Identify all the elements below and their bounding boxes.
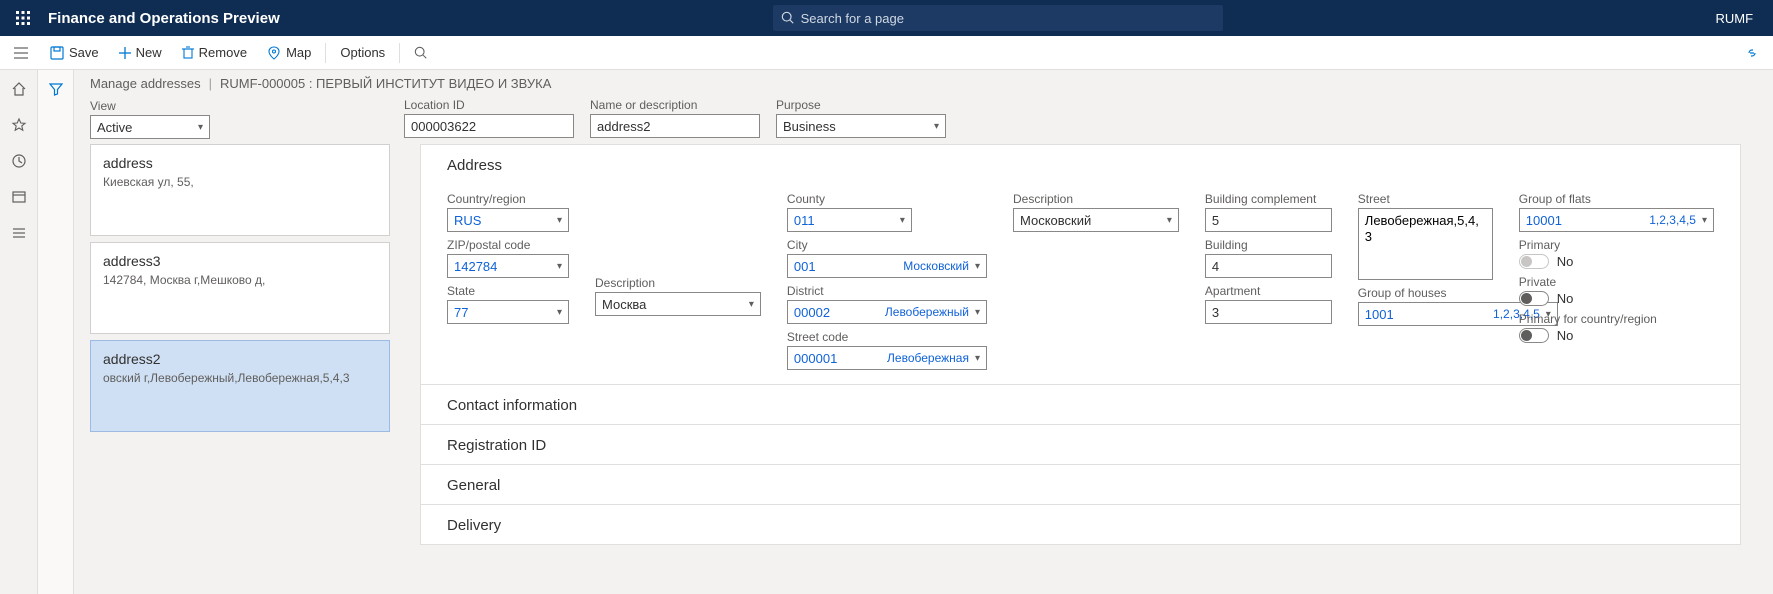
funnel-icon[interactable]	[43, 76, 69, 102]
breadcrumb: Manage addresses | RUMF-000005 : ПЕРВЫЙ …	[74, 70, 1773, 97]
building-input[interactable]: 4	[1205, 254, 1332, 278]
app-title: Finance and Operations Preview	[48, 10, 280, 27]
find-icon	[414, 46, 428, 60]
city-lookup[interactable]: 001Московский▾	[787, 254, 987, 278]
main-area: Manage addresses | RUMF-000005 : ПЕРВЫЙ …	[74, 70, 1773, 594]
name-label: Name or description	[590, 98, 760, 112]
apartment-input[interactable]: 3	[1205, 300, 1332, 324]
address-card[interactable]: address Киевская ул, 55,	[90, 144, 390, 236]
map-button[interactable]: Map	[259, 41, 319, 64]
county-desc-combobox[interactable]: Московский▾	[1013, 208, 1179, 232]
fasttab-contact-header[interactable]: Contact information	[421, 386, 1740, 424]
star-icon[interactable]	[6, 112, 32, 138]
view-label: View	[90, 99, 210, 113]
command-bar: Save New Remove Map Options	[0, 36, 1773, 70]
county-lookup[interactable]: 011▾	[787, 208, 912, 232]
remove-button[interactable]: Remove	[174, 41, 255, 64]
fasttab-delivery-header[interactable]: Delivery	[421, 506, 1740, 544]
save-icon	[50, 46, 64, 60]
primary-toggle: No	[1519, 254, 1714, 269]
waffle-icon[interactable]	[10, 5, 36, 31]
address-card[interactable]: address3 142784, Москва г,Мешково д,	[90, 242, 390, 334]
street-textarea[interactable]	[1358, 208, 1493, 280]
purpose-combobox[interactable]: Business▾	[776, 114, 946, 138]
zip-lookup[interactable]: 142784▾	[447, 254, 569, 278]
private-toggle[interactable]: No	[1519, 291, 1714, 306]
streetcode-lookup[interactable]: 000001Левобережная▾	[787, 346, 987, 370]
filter-rail	[38, 70, 74, 594]
trash-icon	[182, 46, 194, 59]
purpose-label: Purpose	[776, 98, 946, 112]
hamburger-icon[interactable]	[8, 40, 34, 66]
fasttab-address: Address Country/region RUS▾ ZIP/postal c…	[421, 146, 1740, 385]
district-lookup[interactable]: 00002Левобережный▾	[787, 300, 987, 324]
company-code[interactable]: RUMF	[1715, 11, 1753, 26]
recent-icon[interactable]	[6, 148, 32, 174]
breadcrumb-record: RUMF-000005 : ПЕРВЫЙ ИНСТИТУТ ВИДЕО И ЗВ…	[220, 76, 551, 91]
location-id-label: Location ID	[404, 98, 574, 112]
save-button[interactable]: Save	[42, 41, 107, 64]
name-input[interactable]: address2	[590, 114, 760, 138]
find-button[interactable]	[406, 42, 436, 64]
fasttab-address-header[interactable]: Address	[421, 146, 1740, 184]
link-icon[interactable]	[1739, 40, 1765, 66]
view-combobox[interactable]: Active▾	[90, 115, 210, 139]
country-lookup[interactable]: RUS▾	[447, 208, 569, 232]
state-desc-combobox[interactable]: Москва▾	[595, 292, 761, 316]
modules-icon[interactable]	[6, 220, 32, 246]
search-placeholder: Search for a page	[801, 11, 904, 26]
location-id-input[interactable]: 000003622	[404, 114, 574, 138]
breadcrumb-page[interactable]: Manage addresses	[90, 76, 201, 91]
options-button[interactable]: Options	[332, 41, 393, 64]
flatgroup-lookup[interactable]: 100011,2,3,4,5▾	[1519, 208, 1714, 232]
search-icon	[781, 11, 795, 25]
fasttab-general-header[interactable]: General	[421, 466, 1740, 504]
building-complement-input[interactable]: 5	[1205, 208, 1332, 232]
state-lookup[interactable]: 77▾	[447, 300, 569, 324]
workspace-icon[interactable]	[6, 184, 32, 210]
fasttab-registration-header[interactable]: Registration ID	[421, 426, 1740, 464]
detail-panel: Address Country/region RUS▾ ZIP/postal c…	[420, 144, 1741, 545]
nav-rail	[0, 70, 38, 594]
address-card[interactable]: address2 овский г,Левобережный,Левобереж…	[90, 340, 390, 432]
primary-cr-toggle[interactable]: No	[1519, 328, 1714, 343]
home-icon[interactable]	[6, 76, 32, 102]
global-search[interactable]: Search for a page	[773, 5, 1223, 31]
new-button[interactable]: New	[111, 41, 170, 64]
map-icon	[267, 46, 281, 60]
plus-icon	[119, 47, 131, 59]
top-nav: Finance and Operations Preview Search fo…	[0, 0, 1773, 36]
